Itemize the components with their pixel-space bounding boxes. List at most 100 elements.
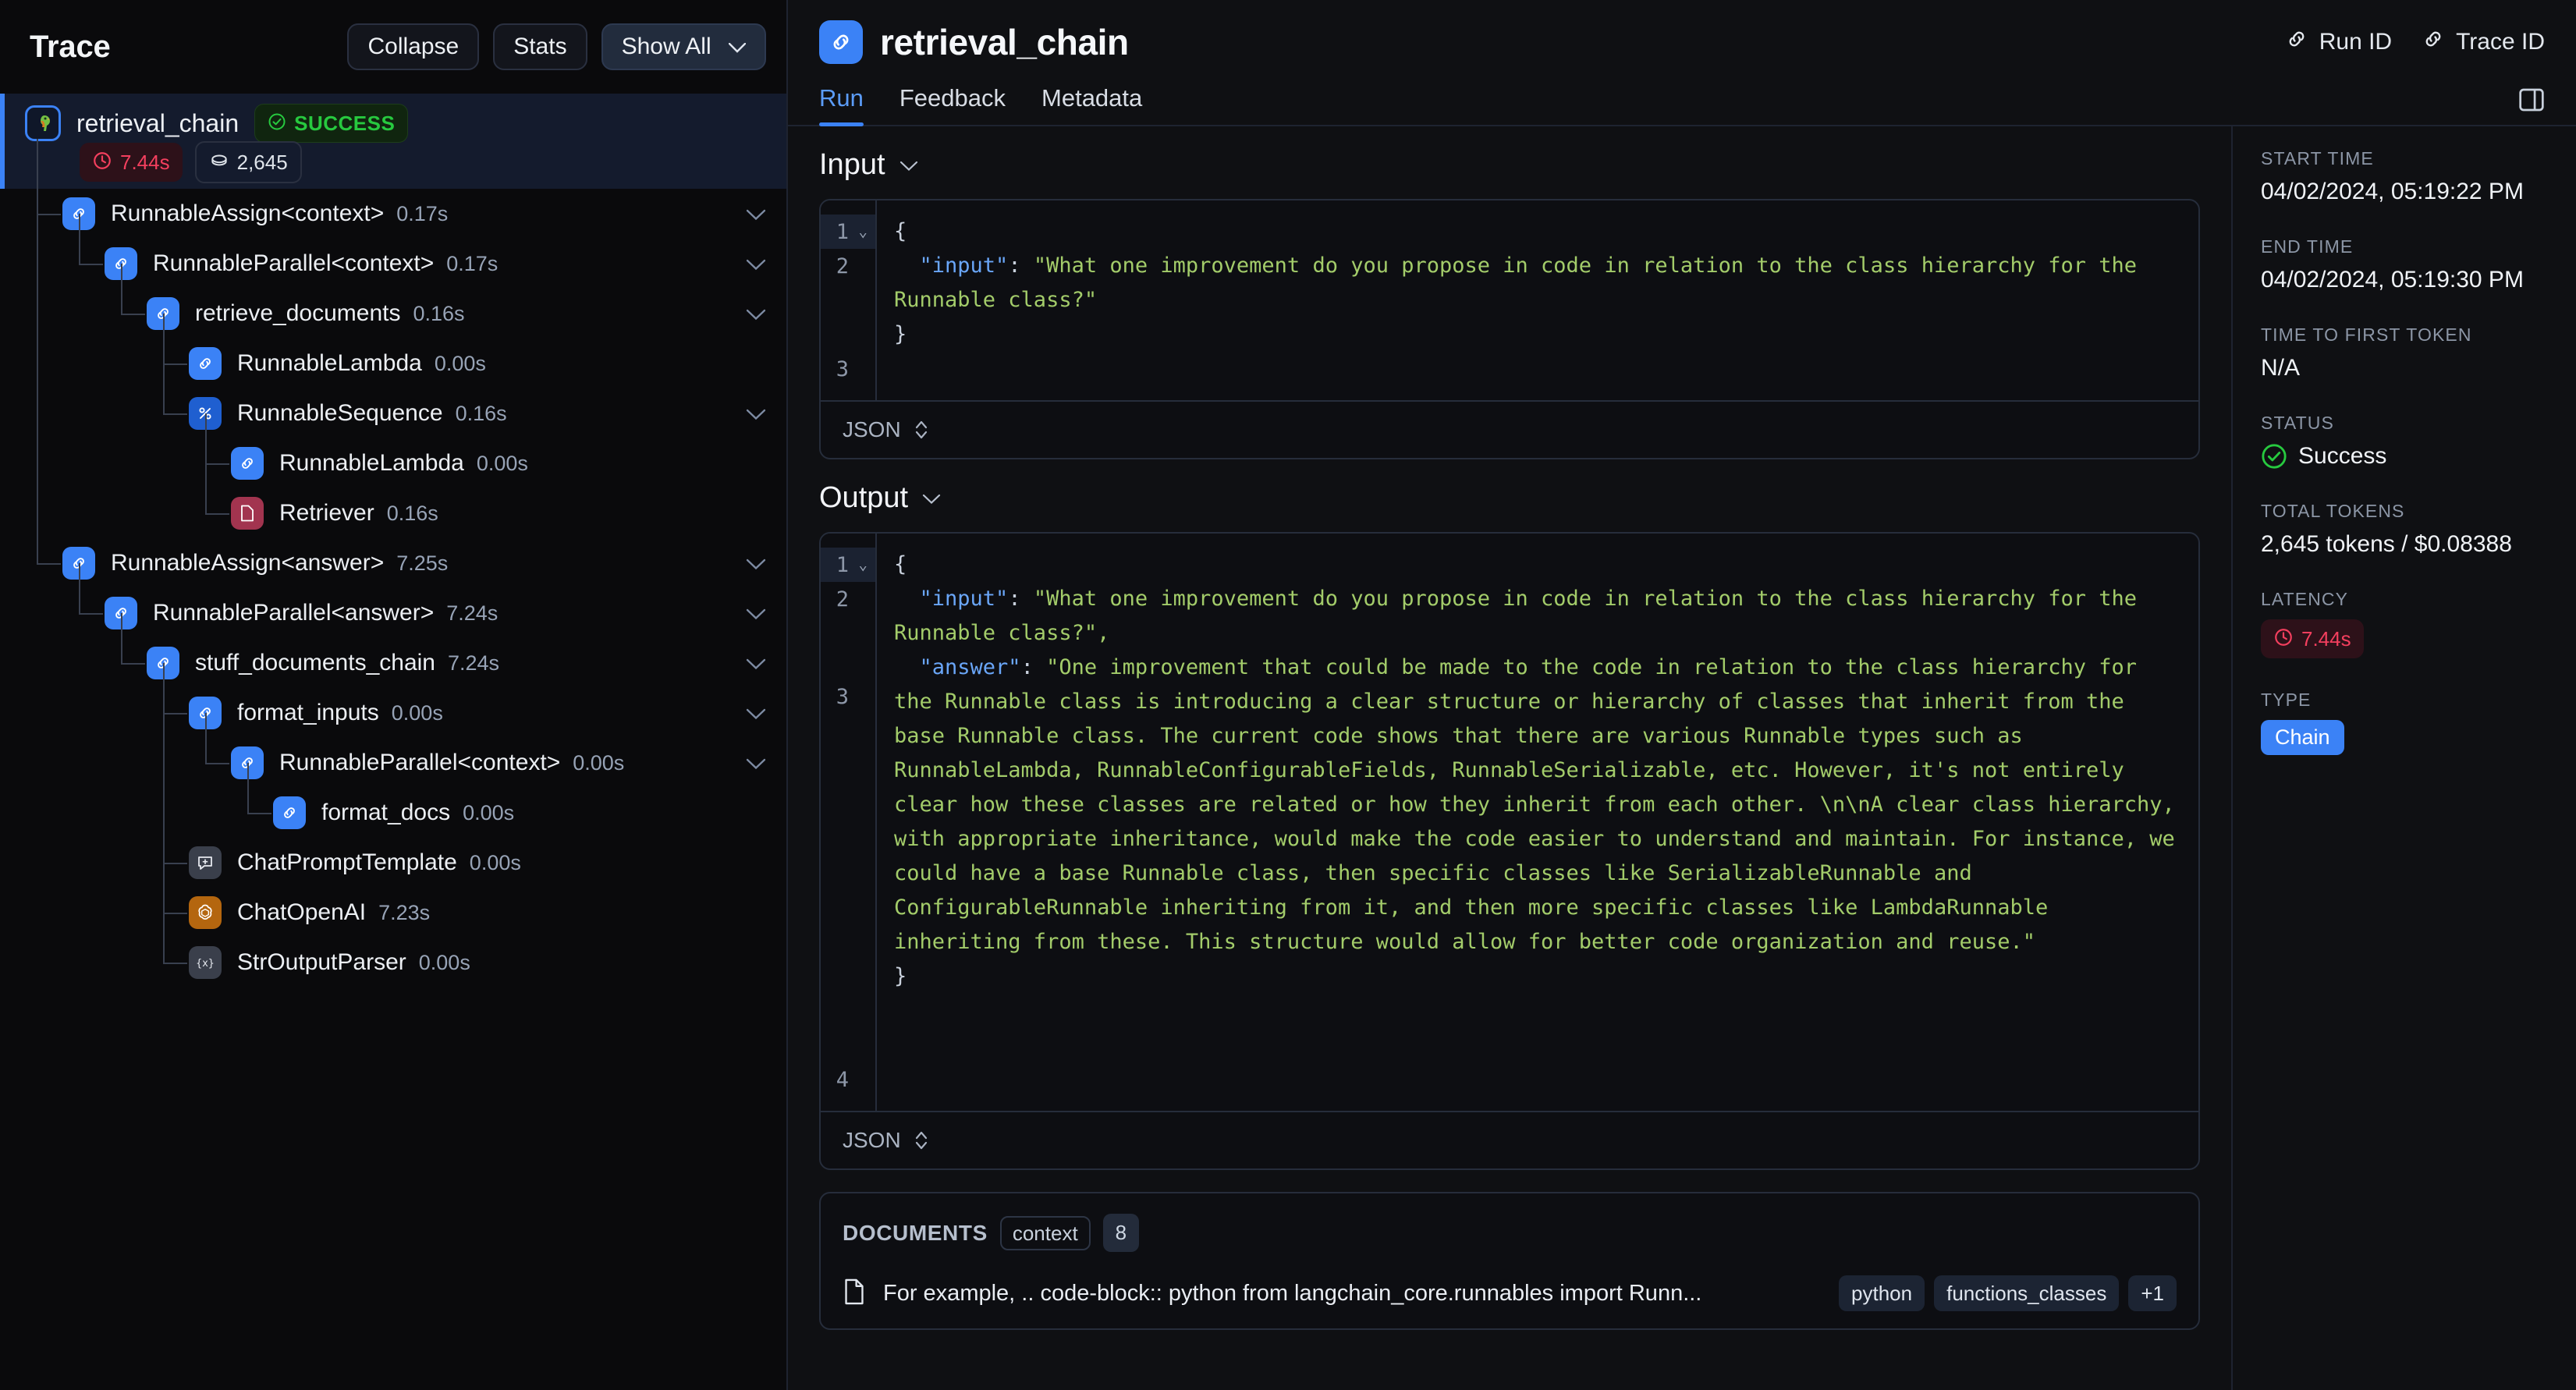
documents-section: DOCUMENTS context 8 For example, .. code…	[788, 1170, 2231, 1361]
fold-chevron-icon[interactable]: ⌄	[853, 223, 868, 240]
tree-connector	[163, 413, 187, 415]
tree-connector	[205, 413, 207, 513]
tree-row[interactable]: Retriever 0.16s	[0, 488, 786, 538]
input-value: "What one improvement do you propose in …	[894, 254, 2150, 312]
input-code[interactable]: { "input": "What one improvement do you …	[877, 200, 2198, 400]
tree-connector	[163, 913, 187, 914]
tree-row[interactable]: RunnableSequence 0.16s	[0, 388, 786, 438]
tree-connector	[121, 613, 122, 663]
tree-row-label: StrOutputParser	[237, 949, 406, 975]
document-tag-overflow[interactable]: +1	[2128, 1275, 2177, 1311]
tree-connector	[79, 563, 80, 613]
tab-feedback[interactable]: Feedback	[899, 84, 1006, 125]
output-line-1: 1	[836, 552, 849, 577]
output-format-selector[interactable]: JSON	[821, 1111, 2198, 1168]
chevron-down-icon[interactable]	[746, 253, 766, 275]
input-format-selector[interactable]: JSON	[821, 400, 2198, 458]
tree-row-label: format_inputs	[237, 700, 379, 725]
latency-badge-label: 7.44s	[120, 151, 170, 174]
toggle-sidebar-icon[interactable]	[2518, 88, 2545, 115]
tree-connector	[205, 513, 229, 515]
tree-row-duration: 0.00s	[418, 950, 470, 974]
run-meta-sidebar: START TIME 04/02/2024, 05:19:22 PM END T…	[2233, 126, 2576, 1390]
tree-row[interactable]: RunnableLambda 0.00s	[0, 438, 786, 488]
meta-ttft: TIME TO FIRST TOKEN N/A	[2261, 324, 2548, 381]
tree-row-label: RunnableParallel<context>	[153, 250, 435, 276]
meta-latency: LATENCY 7.44s	[2261, 589, 2548, 658]
tree-row[interactable]: RunnableParallel<context> 0.00s	[0, 738, 786, 788]
chain-icon	[819, 20, 863, 64]
meta-ttft-value: N/A	[2261, 355, 2301, 381]
tree-row-label: ChatOpenAI	[237, 899, 367, 925]
meta-latency-value: 7.44s	[2301, 627, 2351, 651]
meta-start-time: START TIME 04/02/2024, 05:19:22 PM	[2261, 148, 2548, 205]
chevron-down-icon[interactable]	[746, 303, 766, 324]
meta-type: TYPE Chain	[2261, 690, 2548, 755]
tree-row-root[interactable]: retrieval_chain SUCCESS 7.44s 2,645	[0, 94, 786, 189]
tree-row[interactable]: RunnableAssign<answer> 7.25s	[0, 538, 786, 588]
tree-row-root-label: retrieval_chain	[76, 108, 240, 137]
tree-connector	[247, 763, 249, 813]
tree-row-duration: 7.25s	[396, 551, 449, 575]
meta-status: STATUS Success	[2261, 413, 2548, 470]
chain-icon	[231, 447, 264, 480]
run-content-column: Input 1⌄ 2 x 3 {	[788, 126, 2233, 1390]
tree-row[interactable]: format_inputs 0.00s	[0, 688, 786, 738]
document-list-item[interactable]: For example, .. code-block:: python from…	[843, 1275, 2177, 1311]
tab-run[interactable]: Run	[819, 84, 864, 126]
tree-connector	[121, 264, 122, 314]
tree-row[interactable]: retrieve_documents 0.16s	[0, 289, 786, 339]
trace-panel: Trace Collapse Stats Show All retrieval_…	[0, 0, 788, 1390]
stats-button[interactable]: Stats	[493, 23, 587, 70]
document-tag-python[interactable]: python	[1839, 1275, 1925, 1311]
page-title: retrieval_chain	[880, 22, 1129, 62]
output-key-answer: "answer"	[919, 655, 1021, 679]
output-value-answer: "One improvement that could be made to t…	[894, 655, 2188, 954]
tree-row-duration: 0.00s	[476, 451, 528, 475]
meta-status-label: STATUS	[2261, 413, 2334, 433]
chevron-down-icon[interactable]	[922, 486, 941, 510]
chevron-down-icon[interactable]	[746, 652, 766, 674]
chevron-down-icon[interactable]	[746, 402, 766, 424]
chevron-down-icon[interactable]	[746, 702, 766, 724]
input-code-card: 1⌄ 2 x 3 { "input": "What one improvemen…	[819, 199, 2200, 459]
tree-row[interactable]: stuff_documents_chain 7.24s	[0, 638, 786, 688]
tree-row[interactable]: RunnableParallel<answer> 7.24s	[0, 588, 786, 638]
tree-row[interactable]: RunnableLambda 0.00s	[0, 339, 786, 388]
document-tag-functions-classes[interactable]: functions_classes	[1934, 1275, 2120, 1311]
openai-icon	[189, 896, 222, 929]
output-code[interactable]: { "input": "What one improvement do you …	[877, 534, 2198, 1111]
tree-row-duration: 0.00s	[463, 800, 515, 824]
chevron-down-icon[interactable]	[746, 552, 766, 574]
chevron-down-icon[interactable]	[899, 153, 918, 177]
tree-row[interactable]: ChatPromptTemplate 0.00s	[0, 838, 786, 888]
tree-row-label: RunnableLambda	[279, 450, 464, 476]
fold-chevron-icon[interactable]: ⌄	[853, 556, 868, 573]
chevron-down-icon[interactable]	[746, 602, 766, 624]
tree-row-duration: 0.16s	[413, 301, 465, 325]
tree-connector	[205, 463, 229, 465]
trace-id-link[interactable]: Trace ID	[2422, 27, 2545, 57]
tree-connector	[163, 663, 165, 963]
meta-end-time-value: 04/02/2024, 05:19:30 PM	[2261, 267, 2524, 293]
show-all-button[interactable]: Show All	[601, 23, 766, 70]
collapse-button[interactable]: Collapse	[347, 23, 480, 70]
prompt-template-icon	[189, 846, 222, 879]
run-id-link[interactable]: Run ID	[2285, 27, 2392, 57]
documents-context-chip: context	[999, 1215, 1091, 1250]
tree-row[interactable]: RunnableAssign<context> 0.17s	[0, 189, 786, 239]
chevron-down-icon[interactable]	[746, 752, 766, 774]
tree-row[interactable]: RunnableParallel<context> 0.17s	[0, 239, 786, 289]
output-parser-icon: {x}	[189, 946, 222, 979]
link-icon	[2422, 27, 2445, 57]
output-line-3: 3	[836, 685, 849, 709]
chain-icon	[273, 796, 306, 829]
input-section: Input 1⌄ 2 x 3 {	[788, 126, 2231, 459]
chevron-down-icon[interactable]	[746, 203, 766, 225]
tree-row[interactable]: {x} StrOutputParser 0.00s	[0, 938, 786, 988]
tree-row[interactable]: format_docs 0.00s	[0, 788, 786, 838]
input-brace-close: }	[894, 322, 907, 346]
tab-metadata[interactable]: Metadata	[1041, 84, 1142, 125]
tree-row[interactable]: ChatOpenAI 7.23s	[0, 888, 786, 938]
langsmith-trace-viewer: Trace Collapse Stats Show All retrieval_…	[0, 0, 2576, 1390]
